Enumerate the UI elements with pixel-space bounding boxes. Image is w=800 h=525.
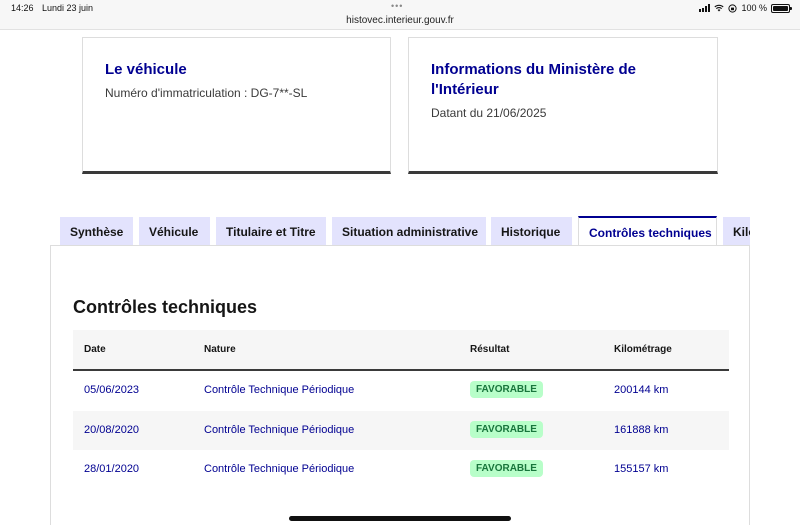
signal-icon (699, 4, 711, 12)
registration-number: Numéro d'immatriculation : DG-7**-SL (105, 86, 308, 100)
tab-situation-administrative[interactable]: Situation administrative (332, 217, 486, 246)
ministry-data-date: Datant du 21/06/2025 (431, 106, 547, 120)
row-nature: Contrôle Technique Périodique (204, 384, 355, 396)
row-mileage: 200144 km (614, 384, 669, 396)
tab-historique[interactable]: Historique (491, 217, 572, 246)
inspections-table: Date Nature Résultat Kilométrage 05/06/2… (73, 330, 729, 490)
tab-vehicule[interactable]: Véhicule (139, 217, 210, 246)
status-time: 14:26 (11, 3, 34, 13)
section-title: Contrôles techniques (73, 297, 258, 317)
vehicle-card: Le véhicule Numéro d'immatriculation : D… (82, 37, 391, 174)
result-badge: FAVORABLE (470, 381, 543, 398)
result-badge: FAVORABLE (470, 420, 543, 438)
row-date: 28/01/2020 (84, 463, 140, 475)
tab-list: Synthèse Véhicule Titulaire et Titre Sit… (50, 216, 750, 246)
tab-controles-techniques[interactable]: Contrôles techniques (578, 216, 717, 246)
row-date: 05/06/2023 (84, 384, 140, 396)
ministry-card: Informations du Ministère de l'Intérieur… (408, 37, 718, 174)
row-date: 20/08/2020 (84, 423, 140, 436)
result-badge: FAVORABLE (470, 460, 543, 477)
status-date: Lundi 23 juin (42, 3, 94, 13)
row-mileage: 155157 km (614, 463, 669, 475)
table-row: 05/06/2023 Contrôle Technique Périodique… (73, 371, 729, 411)
ministry-card-title[interactable]: Informations du Ministère de l'Intérieur (431, 60, 699, 100)
table-header: Date Nature Résultat Kilométrage (73, 330, 729, 371)
header-date: Date (84, 344, 106, 355)
orientation-lock-icon (728, 3, 738, 13)
tab-kilometrage[interactable]: Kilo (723, 217, 750, 246)
address-bar[interactable]: histovec.interieur.gouv.fr (0, 15, 800, 26)
wifi-icon (714, 4, 725, 12)
row-nature: Contrôle Technique Périodique (204, 463, 355, 475)
battery-percent: 100 % (741, 3, 767, 13)
vehicle-card-title[interactable]: Le véhicule (105, 60, 372, 80)
row-mileage: 161888 km (614, 423, 669, 436)
status-indicators: 100 % (699, 3, 792, 13)
battery-icon (771, 3, 792, 13)
status-bar: 14:26 Lundi 23 juin ••• histovec.interie… (0, 0, 800, 30)
header-nature: Nature (204, 344, 236, 355)
header-result: Résultat (470, 344, 510, 355)
table-row: 20/08/2020 Contrôle Technique Périodique… (73, 410, 729, 450)
header-mileage: Kilométrage (614, 344, 672, 355)
table-row: 28/01/2020 Contrôle Technique Périodique… (73, 450, 729, 490)
row-nature: Contrôle Technique Périodique (204, 423, 355, 436)
home-indicator[interactable] (289, 516, 511, 521)
multitasking-dots-icon[interactable]: ••• (391, 1, 403, 11)
tab-synthese[interactable]: Synthèse (60, 217, 133, 246)
tab-panel: Contrôles techniques Date Nature Résulta… (50, 245, 750, 525)
tab-titulaire-titre[interactable]: Titulaire et Titre (216, 217, 326, 246)
